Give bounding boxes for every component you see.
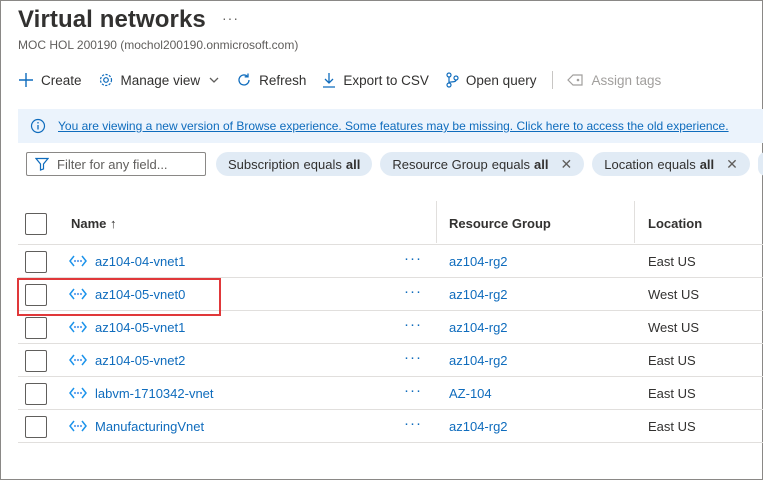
pill-value: all xyxy=(534,156,549,172)
refresh-label: Refresh xyxy=(259,72,307,88)
location-cell: East US xyxy=(648,254,696,269)
assign-tags-label: Assign tags xyxy=(591,72,662,88)
pill-operator: equals xyxy=(657,156,696,172)
column-header-resource-group[interactable]: Resource Group xyxy=(449,216,551,231)
filter-pill-resource-group[interactable]: Resource Group equals all ✕ xyxy=(380,152,585,176)
column-header-name[interactable]: Name ↑ xyxy=(71,216,117,231)
row-more-button[interactable]: ··· xyxy=(404,415,422,432)
info-icon xyxy=(30,118,46,134)
location-cell: West US xyxy=(648,287,700,302)
vnet-name-link[interactable]: az104-05-vnet1 xyxy=(95,320,185,335)
info-banner: You are viewing a new version of Browse … xyxy=(18,109,763,143)
row-checkbox[interactable] xyxy=(25,317,47,339)
virtual-network-icon xyxy=(69,387,87,399)
row-checkbox[interactable] xyxy=(25,251,47,273)
tag-icon xyxy=(567,74,584,86)
vnet-name-link[interactable]: az104-04-vnet1 xyxy=(95,254,185,269)
toolbar-divider xyxy=(552,71,554,89)
create-button[interactable]: Create xyxy=(18,72,82,88)
close-icon[interactable]: ✕ xyxy=(726,156,738,173)
export-csv-label: Export to CSV xyxy=(343,72,429,88)
open-query-button[interactable]: Open query xyxy=(445,72,537,88)
row-more-button[interactable]: ··· xyxy=(404,349,422,366)
table-row: ManufacturingVnet ··· az104-rg2 East US xyxy=(18,410,763,443)
filter-pill-overflow[interactable] xyxy=(757,152,763,176)
filter-pill-location[interactable]: Location equals all ✕ xyxy=(592,152,750,176)
virtual-network-icon xyxy=(69,354,87,366)
column-divider[interactable] xyxy=(634,201,635,243)
select-all-checkbox[interactable] xyxy=(25,213,47,235)
table-row: az104-04-vnet1 ··· az104-rg2 East US xyxy=(18,245,763,278)
refresh-icon xyxy=(238,73,250,86)
assign-tags-button[interactable]: Assign tags xyxy=(567,73,661,88)
vnet-name-link[interactable]: labvm-1710342-vnet xyxy=(95,386,214,401)
highlight-box xyxy=(17,278,221,316)
more-options-button[interactable]: ··· xyxy=(222,10,239,26)
resource-group-link[interactable]: az104-rg2 xyxy=(449,320,508,335)
pill-field: Location xyxy=(604,156,654,172)
filter-placeholder: Filter for any field... xyxy=(57,156,168,172)
row-checkbox[interactable] xyxy=(25,383,47,405)
virtual-network-icon xyxy=(69,420,87,432)
command-bar: Create Manage view Refresh Export to CSV… xyxy=(18,64,677,96)
pill-field: Subscription xyxy=(228,156,300,172)
row-more-button[interactable]: ··· xyxy=(404,283,422,300)
export-csv-button[interactable]: Export to CSV xyxy=(322,72,429,88)
location-cell: East US xyxy=(648,353,696,368)
download-icon xyxy=(323,73,336,88)
column-header-location[interactable]: Location xyxy=(648,216,702,231)
page-title: Virtual networks xyxy=(18,6,206,33)
filter-input[interactable]: Filter for any field... xyxy=(26,152,206,176)
table-row: az104-05-vnet2 ··· az104-rg2 East US xyxy=(18,344,763,377)
pill-value: all xyxy=(345,156,361,172)
vnet-name-link[interactable]: ManufacturingVnet xyxy=(95,419,204,434)
row-more-button[interactable]: ··· xyxy=(404,250,422,267)
column-divider[interactable] xyxy=(436,201,437,243)
manage-view-label: Manage view xyxy=(120,72,201,88)
create-label: Create xyxy=(41,72,82,88)
old-experience-link[interactable]: You are viewing a new version of Browse … xyxy=(58,119,729,133)
table-row: labvm-1710342-vnet ··· AZ-104 East US xyxy=(18,377,763,410)
resource-grid: Name ↑ Resource Group Location az104-04-… xyxy=(18,201,763,443)
row-checkbox[interactable] xyxy=(25,350,47,372)
filter-pill-subscription[interactable]: Subscription equals all xyxy=(216,152,373,176)
plus-icon xyxy=(19,73,33,87)
location-cell: West US xyxy=(648,320,700,335)
funnel-icon xyxy=(35,157,49,171)
virtual-network-icon xyxy=(69,321,87,333)
pill-operator: equals xyxy=(303,156,342,172)
pill-field: Resource Group xyxy=(392,156,488,172)
close-icon[interactable]: ✕ xyxy=(561,156,573,173)
row-more-button[interactable]: ··· xyxy=(404,382,422,399)
location-cell: East US xyxy=(648,386,696,401)
row-checkbox[interactable] xyxy=(25,416,47,438)
resource-group-link[interactable]: az104-rg2 xyxy=(449,254,508,269)
directory-subtitle: MOC HOL 200190 (mochol200190.onmicrosoft… xyxy=(18,38,299,52)
refresh-button[interactable]: Refresh xyxy=(236,72,306,88)
chevron-down-icon xyxy=(209,77,219,83)
manage-view-button[interactable]: Manage view xyxy=(98,72,221,88)
location-cell: East US xyxy=(648,419,696,434)
filter-bar: Filter for any field... Subscription equ… xyxy=(26,152,763,176)
resource-group-link[interactable]: AZ-104 xyxy=(449,386,492,401)
vnet-name-link[interactable]: az104-05-vnet2 xyxy=(95,353,185,368)
open-query-label: Open query xyxy=(465,72,537,88)
gear-icon xyxy=(99,73,112,87)
grid-header: Name ↑ Resource Group Location xyxy=(18,201,763,245)
query-icon xyxy=(446,72,459,88)
virtual-network-icon xyxy=(69,255,87,267)
row-more-button[interactable]: ··· xyxy=(404,316,422,333)
resource-group-link[interactable]: az104-rg2 xyxy=(449,287,508,302)
resource-group-link[interactable]: az104-rg2 xyxy=(449,353,508,368)
resource-group-link[interactable]: az104-rg2 xyxy=(449,419,508,434)
pill-operator: equals xyxy=(491,156,531,172)
pill-value: all xyxy=(699,156,715,172)
